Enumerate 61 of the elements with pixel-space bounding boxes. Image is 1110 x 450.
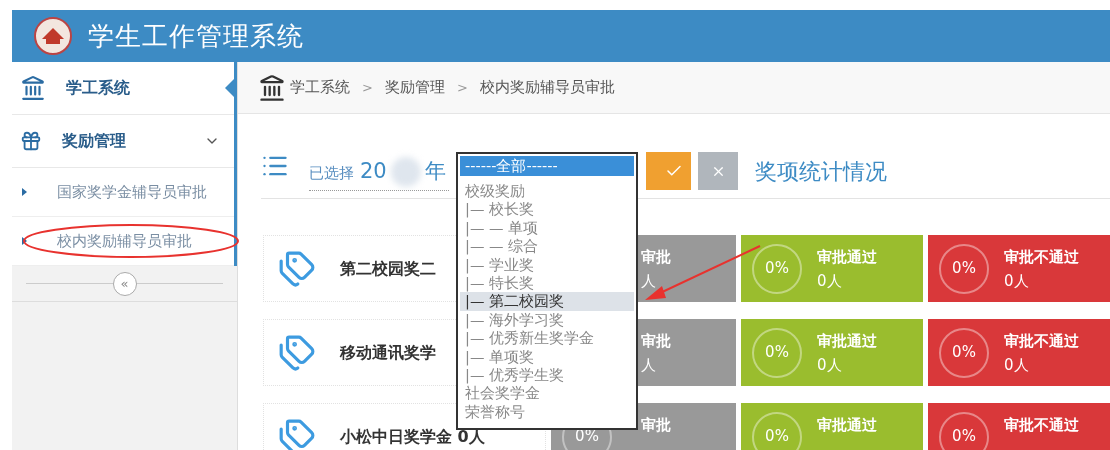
dropdown-option[interactable]: |— — 综合 — [460, 237, 634, 256]
dropdown-option[interactable]: 社会奖学金 — [460, 384, 634, 403]
award-name: 移动通讯奖学 — [340, 341, 436, 364]
dropdown-option[interactable]: |— — 单项 — [460, 218, 634, 238]
selection-label: 已选择 — [309, 163, 354, 184]
stat-title: 审批 — [641, 415, 671, 434]
percent-ring: 0% — [752, 243, 802, 294]
dropdown-option[interactable]: |— 优秀新生奖学金 — [460, 329, 634, 348]
caret-icon — [22, 188, 27, 196]
dropdown-option[interactable]: ------全部------ — [460, 156, 634, 176]
bank-icon — [258, 73, 286, 102]
stat-count: 0人 — [817, 271, 843, 290]
breadcrumb-link[interactable]: 奖励管理 — [384, 76, 445, 99]
confirm-button[interactable] — [646, 152, 691, 190]
dropdown-option[interactable]: |— 海外学习奖 — [460, 310, 634, 330]
percent-ring: 0% — [939, 327, 989, 378]
clear-button[interactable] — [698, 152, 738, 190]
stat-title: 审批 — [641, 331, 671, 350]
stats-title: 奖项统计情况 — [755, 157, 887, 186]
percent-ring: 0% — [752, 327, 802, 378]
award-name: 小松中日奖学金 0人 — [340, 425, 485, 448]
stat-title: 审批不通过 — [1004, 331, 1079, 350]
breadcrumb-separator: > — [362, 78, 373, 97]
stat-count: 0人 — [817, 355, 843, 374]
breadcrumb-link[interactable]: 学工系统 — [290, 76, 350, 99]
sidebar-subitem[interactable]: 国家奖学金辅导员审批 — [57, 180, 207, 204]
dropdown-option[interactable]: |— 学业奖 — [460, 255, 634, 274]
stat-title: 审批通过 — [817, 247, 877, 266]
dropdown-option[interactable]: |— 特长奖 — [460, 273, 634, 293]
stat-title: 审批 — [641, 247, 671, 266]
dropdown-option[interactable]: 荣誉称号 — [460, 402, 634, 422]
dropdown-option[interactable]: |— 校长奖 — [460, 200, 634, 219]
breadcrumb-separator: > — [456, 78, 468, 97]
tag-icon — [278, 417, 316, 450]
gift-icon — [20, 130, 42, 152]
bank-icon — [20, 75, 46, 101]
stat-title: 审批不通过 — [1004, 415, 1079, 434]
dropdown-option[interactable]: |— 第二校园奖 — [460, 292, 634, 311]
stat-title: 审批不通过 — [1004, 247, 1079, 266]
year-prefix: 20 — [360, 158, 387, 185]
logo-icon — [34, 17, 72, 55]
collapse-button[interactable]: « — [112, 271, 137, 296]
percent-ring: 0% — [752, 411, 802, 450]
stat-count: 人 — [641, 355, 657, 374]
stat-count: 人 — [641, 271, 657, 290]
stat-count: 0人 — [1004, 355, 1030, 374]
year-suffix: 年 — [424, 158, 446, 185]
percent-ring: 0% — [939, 411, 989, 450]
stat-title: 审批通过 — [817, 331, 877, 350]
app-title: 学生工作管理系统 — [88, 19, 304, 53]
dropdown-option[interactable]: |— 单项奖 — [460, 347, 634, 366]
dropdown-option[interactable]: 校级奖励 — [460, 182, 634, 201]
stat-count: 0人 — [1004, 271, 1030, 290]
tag-icon — [278, 249, 316, 288]
redaction-blur — [390, 156, 421, 187]
award-name: 第二校园奖二 — [340, 257, 436, 280]
breadcrumb-link[interactable]: 校内奖励辅导员审批 — [479, 76, 615, 99]
percent-ring: 0% — [939, 243, 989, 294]
tag-icon — [278, 333, 316, 372]
dropdown-option[interactable]: |— 优秀学生奖 — [460, 365, 634, 385]
stat-title: 审批通过 — [817, 415, 877, 434]
